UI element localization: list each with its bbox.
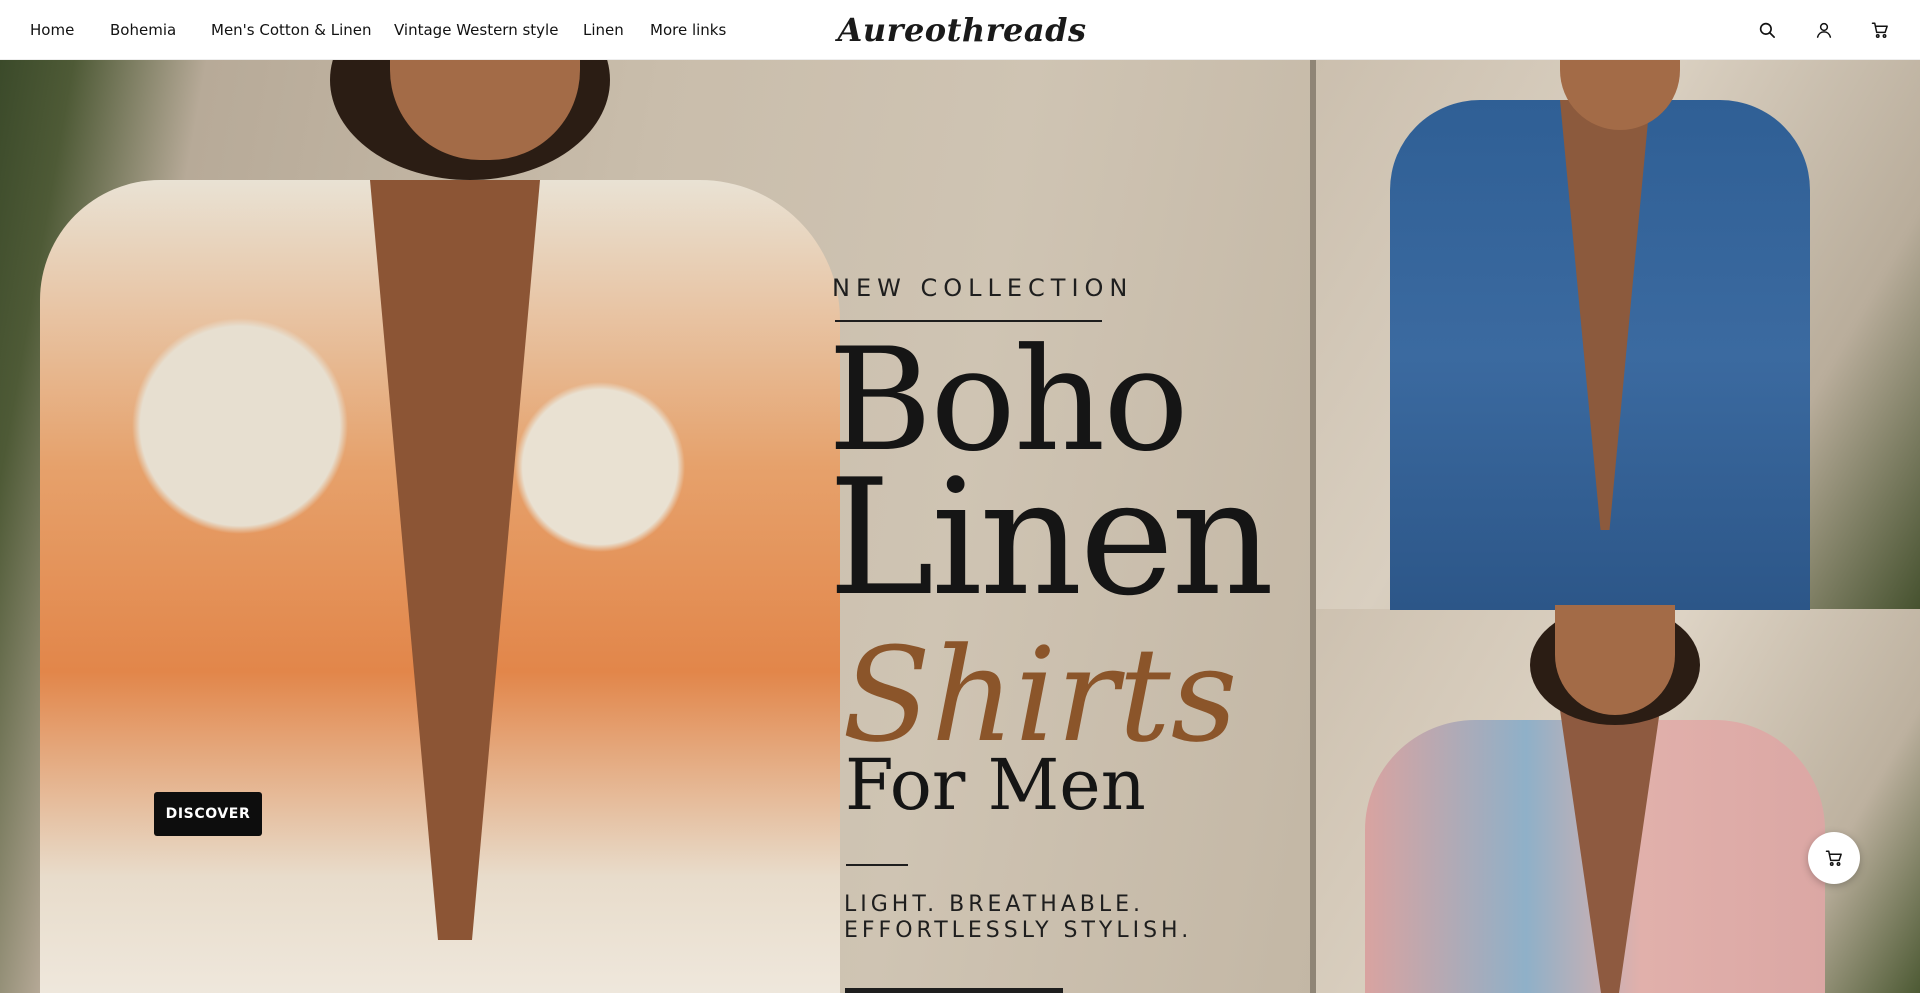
hero-title-linen: Linen	[828, 444, 1274, 631]
nav-link-mens-cotton-linen[interactable]: Men's Cotton & Linen	[211, 0, 371, 60]
cart-icon	[1825, 850, 1842, 866]
tagline-divider	[846, 864, 908, 866]
hero-title-for-men: For Men	[845, 744, 1146, 826]
hero-eyebrow: NEW COLLECTION	[832, 274, 1134, 302]
cart-icon[interactable]	[1866, 16, 1894, 44]
account-icon[interactable]	[1810, 16, 1838, 44]
nav-link-linen[interactable]: Linen	[583, 0, 624, 60]
site-header: Home Bohemia Men's Cotton & Linen Vintag…	[0, 0, 1920, 60]
hero-tagline-2: EFFORTLESSLY STYLISH.	[844, 918, 1193, 943]
floating-cart-button[interactable]	[1808, 832, 1860, 884]
search-icon[interactable]	[1753, 16, 1781, 44]
nav-link-home[interactable]: Home	[30, 0, 74, 60]
nav-link-more-links[interactable]: More links	[650, 0, 726, 60]
nav-link-bohemia[interactable]: Bohemia	[110, 0, 176, 60]
hero-bottom-bar	[845, 988, 1063, 993]
site-logo[interactable]: Aureothreads	[837, 8, 1086, 52]
hero-tagline-1: LIGHT. BREATHABLE.	[844, 892, 1145, 917]
discover-button[interactable]: DISCOVER	[154, 792, 262, 836]
hero-banner: NEW COLLECTION Boho Linen Shirts For Men…	[0, 60, 1920, 993]
hero-title-shirts: Shirts	[842, 619, 1238, 771]
nav-link-vintage-western[interactable]: Vintage Western style	[394, 0, 558, 60]
